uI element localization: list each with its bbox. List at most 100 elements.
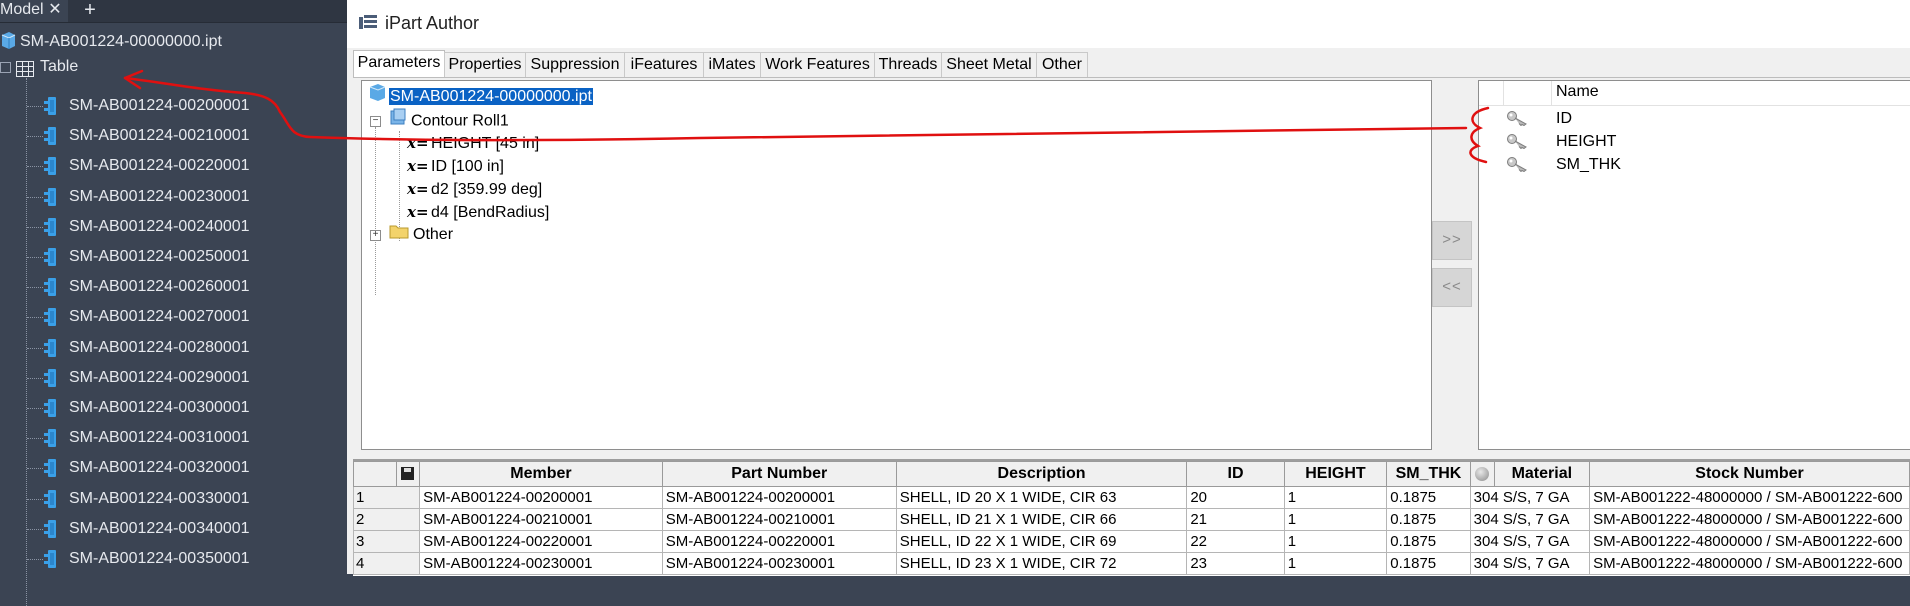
table-row[interactable]: 3 SM-AB001224-00220001 SM-AB001224-0022000… (353, 530, 1910, 553)
cell-material[interactable]: 304 S/S, 7 GA (1469, 508, 1591, 531)
key-parameter-row[interactable]: HEIGHT (1479, 130, 1910, 153)
cell-id[interactable]: 21 (1186, 508, 1285, 531)
member-icon (44, 489, 60, 508)
close-icon[interactable]: ✕ (46, 0, 64, 22)
cell-sm-thk[interactable]: 0.1875 (1386, 552, 1471, 575)
cell-height[interactable]: 1 (1283, 508, 1388, 531)
corner-cell[interactable] (353, 461, 397, 487)
tree-guide-line (375, 127, 376, 295)
cell-description[interactable]: SHELL, ID 21 X 1 WIDE, CIR 66 (895, 508, 1188, 531)
key-parameter-row[interactable]: SM_THK (1479, 153, 1910, 176)
tree-guide-line (27, 226, 43, 228)
cell-id[interactable]: 20 (1186, 486, 1285, 509)
cell-sm-thk[interactable]: 0.1875 (1386, 530, 1471, 553)
cell-id[interactable]: 22 (1186, 530, 1285, 553)
member-icon (44, 97, 60, 115)
row-number[interactable]: 4 (353, 552, 421, 575)
table-row[interactable]: 1 SM-AB001224-00200001 SM-AB001224-0020000… (353, 486, 1910, 509)
param-label: ID [100 in] (431, 158, 504, 175)
cell-stock-number[interactable]: SM-AB001222-48000000 / SM-AB001222-600 (1589, 508, 1910, 531)
table-body: 1 SM-AB001224-00200001 SM-AB001224-0020000… (353, 486, 1910, 575)
remove-parameter-button[interactable]: << (1432, 268, 1472, 307)
tab-parameters[interactable]: Parameters (353, 50, 445, 77)
cell-sm-thk[interactable]: 0.1875 (1386, 486, 1471, 509)
member-icon (44, 338, 60, 357)
expand-icon[interactable]: + (370, 230, 381, 241)
cell-height[interactable]: 1 (1283, 486, 1388, 509)
cell-description[interactable]: SHELL, ID 20 X 1 WIDE, CIR 63 (895, 486, 1188, 509)
cell-id[interactable]: 23 (1186, 552, 1285, 575)
browser-root-label: SM-AB001224-00000000.ipt (20, 33, 222, 50)
header-cell (1479, 81, 1504, 105)
cell-part-number[interactable]: SM-AB001224-00220001 (661, 530, 897, 553)
column-header-part-number[interactable]: Part Number (661, 461, 897, 487)
column-header-description[interactable]: Description (895, 461, 1188, 487)
cell-description[interactable]: SHELL, ID 23 X 1 WIDE, CIR 72 (895, 552, 1188, 575)
key-parameter-row[interactable]: ID (1479, 107, 1910, 130)
cell-height[interactable]: 1 (1283, 530, 1388, 553)
member-icon (44, 519, 60, 538)
cell-description[interactable]: SHELL, ID 22 X 1 WIDE, CIR 69 (895, 530, 1188, 553)
collapse-icon[interactable]: − (370, 116, 381, 127)
material-column-header[interactable] (1469, 461, 1495, 487)
member-icon (44, 308, 60, 327)
cell-material[interactable]: 304 S/S, 7 GA (1469, 552, 1591, 575)
tab-sheet-metal[interactable]: Sheet Metal (941, 52, 1037, 77)
tree-root-label: SM-AB001224-00000000.ipt (389, 87, 593, 105)
header-name[interactable]: Name (1556, 83, 1599, 101)
selected-parameters-list[interactable]: Name ID HEIGHT SM_THK (1478, 80, 1910, 450)
tree-root[interactable]: SM-AB001224-00000000.ipt (368, 83, 593, 109)
row-number[interactable]: 3 (353, 530, 421, 553)
cell-material[interactable]: 304 S/S, 7 GA (1469, 530, 1591, 553)
row-number[interactable]: 1 (353, 486, 421, 509)
cell-member[interactable]: SM-AB001224-00210001 (419, 508, 663, 531)
member-label: SM-AB001224-00280001 (69, 338, 250, 356)
column-header-sm-thk[interactable]: SM_THK (1386, 461, 1471, 487)
column-header-height[interactable]: HEIGHT (1283, 461, 1388, 487)
member-icon (44, 217, 60, 236)
cell-member[interactable]: SM-AB001224-00220001 (419, 530, 663, 553)
cell-stock-number[interactable]: SM-AB001222-48000000 / SM-AB001222-600 (1589, 530, 1910, 553)
add-tab-icon[interactable]: + (80, 0, 100, 22)
cell-part-number[interactable]: SM-AB001224-00200001 (661, 486, 897, 509)
tree-other-folder[interactable]: Other (389, 222, 453, 248)
table-row[interactable]: 4 SM-AB001224-00230001 SM-AB001224-0023000… (353, 552, 1910, 575)
cell-member[interactable]: SM-AB001224-00230001 (419, 552, 663, 575)
cell-part-number[interactable]: SM-AB001224-00230001 (661, 552, 897, 575)
tree-guide-line (26, 78, 27, 606)
tab-imates[interactable]: iMates (703, 52, 761, 77)
cell-member[interactable]: SM-AB001224-00200001 (419, 486, 663, 509)
tab-ifeatures[interactable]: iFeatures (624, 52, 704, 77)
member-label: SM-AB001224-00220001 (69, 157, 250, 175)
member-label: SM-AB001224-00350001 (69, 550, 250, 567)
member-label: SM-AB001224-00320001 (69, 459, 250, 477)
member-icon (44, 157, 60, 176)
tab-threads[interactable]: Threads (874, 52, 942, 77)
tab-properties[interactable]: Properties (444, 52, 526, 77)
tab-other[interactable]: Other (1036, 52, 1088, 77)
tree-guide-line (27, 377, 43, 379)
member-label: SM-AB001224-00270001 (69, 308, 250, 326)
table-row[interactable]: 2 SM-AB001224-00210001 SM-AB001224-0021000… (353, 508, 1910, 531)
collapse-icon[interactable] (0, 62, 11, 73)
member-label: SM-AB001224-00230001 (69, 187, 250, 205)
tab-work-features[interactable]: Work Features (760, 52, 875, 77)
cell-material[interactable]: 304 S/S, 7 GA (1469, 486, 1591, 509)
cell-height[interactable]: 1 (1283, 552, 1388, 575)
key-icon[interactable] (1506, 156, 1528, 179)
cell-stock-number[interactable]: SM-AB001222-48000000 / SM-AB001222-600 (1589, 486, 1910, 509)
cell-stock-number[interactable]: SM-AB001222-48000000 / SM-AB001222-600 (1589, 552, 1910, 575)
save-column-header[interactable] (395, 461, 421, 487)
cell-part-number[interactable]: SM-AB001224-00210001 (661, 508, 897, 531)
member-table[interactable]: Member Part Number Description ID HEIGHT… (353, 459, 1910, 576)
tab-suppression[interactable]: Suppression (525, 52, 625, 77)
column-header-id[interactable]: ID (1186, 461, 1285, 487)
column-header-material[interactable]: Material (1493, 461, 1591, 487)
cell-sm-thk[interactable]: 0.1875 (1386, 508, 1471, 531)
column-header-stock-number[interactable]: Stock Number (1589, 461, 1910, 487)
parameter-tree[interactable]: SM-AB001224-00000000.ipt − Contour Roll1… (361, 80, 1432, 450)
row-number[interactable]: 2 (353, 508, 421, 531)
globe-icon (1475, 466, 1490, 481)
column-header-member[interactable]: Member (419, 461, 663, 487)
add-parameter-button[interactable]: >> (1432, 221, 1472, 260)
